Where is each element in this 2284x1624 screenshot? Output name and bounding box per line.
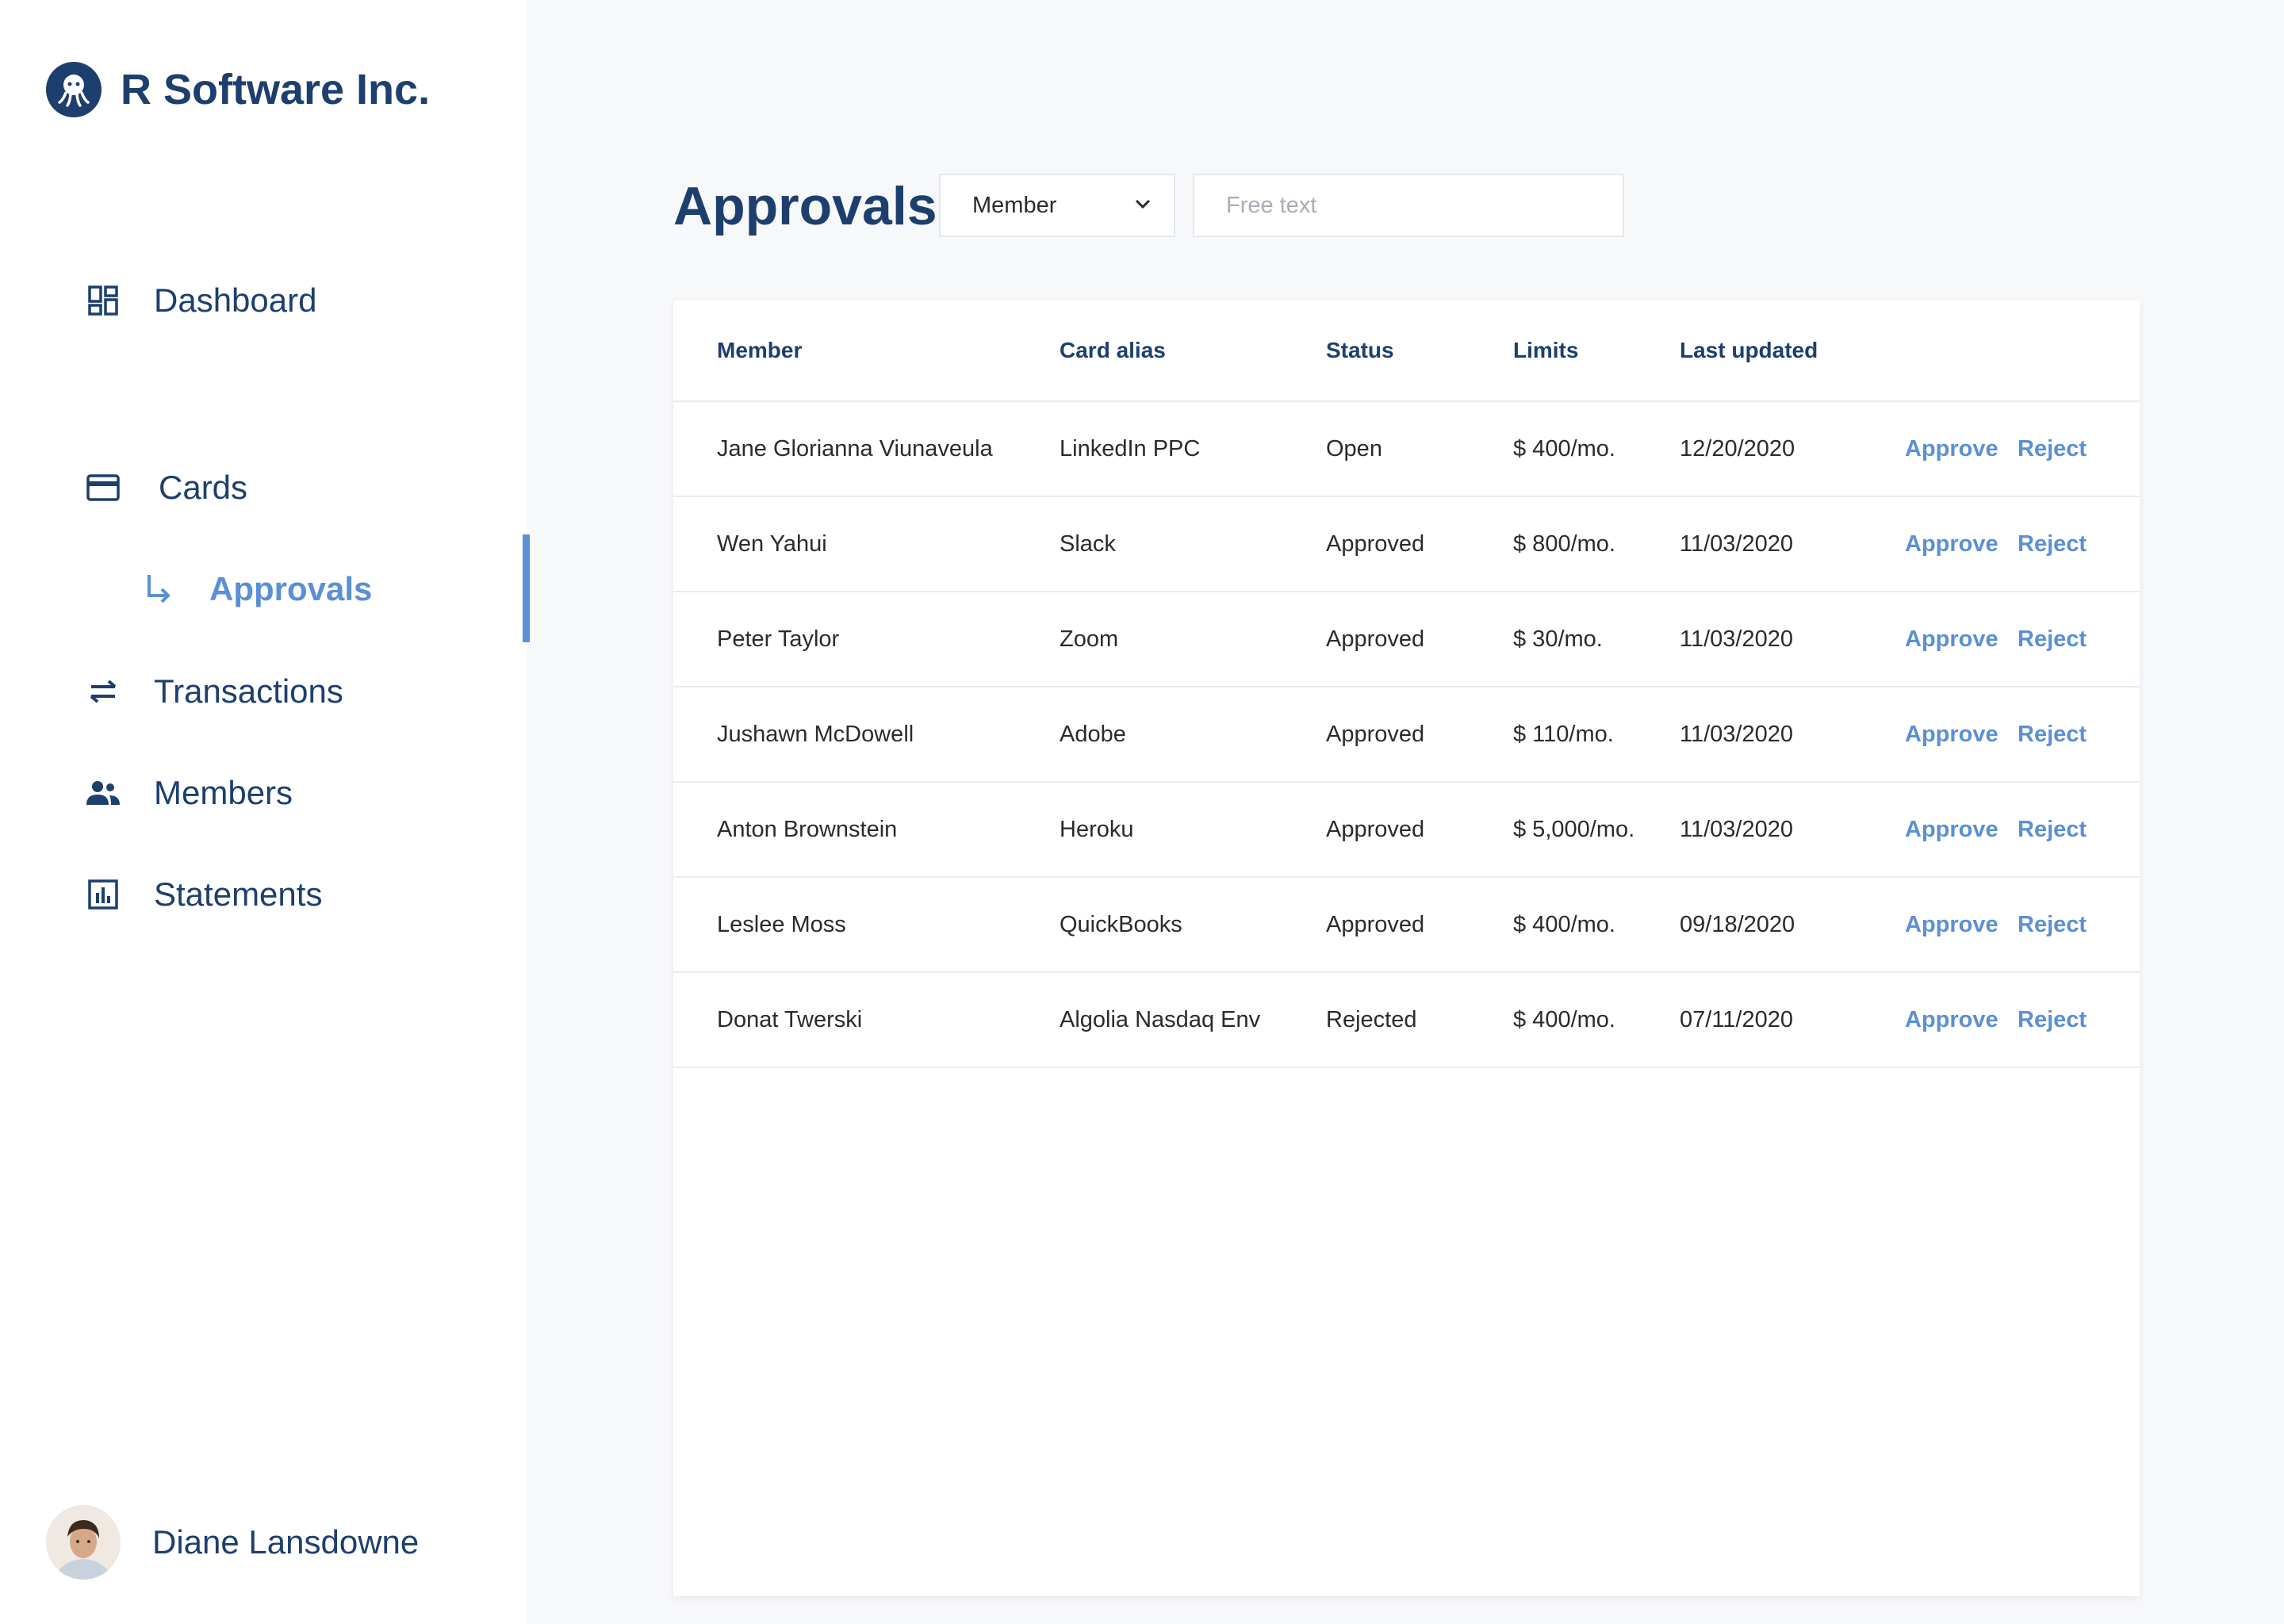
column-header-last-updated[interactable]: Last updated (1680, 301, 1818, 400)
column-header-member[interactable]: Member (717, 301, 802, 400)
reject-button[interactable]: Reject (2018, 592, 2087, 686)
reject-button[interactable]: Reject (2018, 783, 2087, 876)
cell-member: Leslee Moss (717, 912, 846, 937)
cell-card-alias: LinkedIn PPC (1060, 436, 1201, 462)
sidebar: R Software Inc. Dashboard Cards Approval… (0, 0, 530, 1624)
approve-button[interactable]: Approve (1905, 688, 1998, 781)
cell-card-alias: Slack (1060, 531, 1116, 557)
approve-button[interactable]: Approve (1905, 973, 1998, 1067)
table-row: Leslee Moss QuickBooks Approved $ 400/mo… (673, 878, 2140, 973)
dashboard-icon (84, 282, 122, 320)
reject-button[interactable]: Reject (2018, 973, 2087, 1067)
cell-limit: $ 800/mo. (1513, 531, 1615, 557)
credit-card-icon (84, 469, 122, 507)
cell-card-alias: Adobe (1060, 722, 1126, 747)
cell-status: Approved (1326, 626, 1425, 652)
approve-button[interactable]: Approve (1905, 497, 1998, 591)
table-row: Wen Yahui Slack Approved $ 800/mo. 11/03… (673, 497, 2140, 592)
nav-label: Cards (159, 469, 248, 506)
avatar (46, 1505, 121, 1580)
member-filter-value: Member (972, 192, 1057, 218)
cell-status: Approved (1326, 817, 1425, 842)
cell-status: Open (1326, 436, 1382, 462)
cell-last-updated: 07/11/2020 (1680, 1007, 1793, 1032)
nav-item-statements[interactable]: Statements (84, 866, 322, 923)
member-filter-select[interactable]: Member (939, 174, 1175, 237)
cell-last-updated: 11/03/2020 (1680, 531, 1793, 557)
approve-button[interactable]: Approve (1905, 783, 1998, 876)
cell-last-updated: 09/18/2020 (1680, 912, 1795, 937)
nav-item-members[interactable]: Members (84, 764, 293, 822)
nav-item-approvals[interactable]: Approvals (140, 561, 372, 618)
cell-limit: $ 5,000/mo. (1513, 817, 1635, 842)
nav-item-dashboard[interactable]: Dashboard (84, 272, 316, 329)
approve-button[interactable]: Approve (1905, 878, 1998, 971)
cell-last-updated: 11/03/2020 (1680, 722, 1793, 747)
cell-member: Jushawn McDowell (717, 722, 914, 747)
column-header-status[interactable]: Status (1326, 301, 1394, 400)
active-indicator (523, 534, 530, 642)
table-row: Jane Glorianna Viunaveula LinkedIn PPC O… (673, 402, 2140, 497)
cell-limit: $ 110/mo. (1513, 722, 1614, 747)
cell-member: Wen Yahui (717, 531, 827, 557)
cell-limit: $ 400/mo. (1513, 436, 1615, 462)
nav-label: Approvals (209, 570, 373, 607)
cell-last-updated: 11/03/2020 (1680, 817, 1793, 842)
approve-button[interactable]: Approve (1905, 402, 1998, 496)
cell-member: Donat Twerski (717, 1007, 863, 1032)
cell-status: Approved (1326, 912, 1425, 937)
cell-status: Approved (1326, 722, 1425, 747)
table-row: Donat Twerski Algolia Nasdaq Env Rejecte… (673, 973, 2140, 1068)
table-row: Anton Brownstein Heroku Approved $ 5,000… (673, 783, 2140, 878)
brand[interactable]: R Software Inc. (46, 62, 430, 117)
nav-label: Dashboard (154, 282, 317, 319)
chevron-down-icon (1134, 198, 1152, 213)
nav-label: Statements (154, 875, 323, 913)
cell-card-alias: QuickBooks (1060, 912, 1182, 937)
brand-name: R Software Inc. (121, 66, 431, 113)
reject-button[interactable]: Reject (2018, 402, 2087, 496)
nav-label: Transactions (154, 672, 343, 710)
nav-item-transactions[interactable]: Transactions (84, 663, 343, 720)
reject-button[interactable]: Reject (2018, 497, 2087, 591)
swap-arrows-icon (84, 672, 122, 710)
nav-item-cards[interactable]: Cards (84, 459, 247, 516)
table-row: Peter Taylor Zoom Approved $ 30/mo. 11/0… (673, 592, 2140, 688)
cell-last-updated: 11/03/2020 (1680, 626, 1793, 652)
cell-status: Rejected (1326, 1007, 1417, 1032)
table-row: Jushawn McDowell Adobe Approved $ 110/mo… (673, 688, 2140, 783)
cell-limit: $ 400/mo. (1513, 1007, 1615, 1032)
subdirectory-arrow-icon (140, 570, 178, 608)
user-name: Diane Lansdowne (152, 1523, 420, 1561)
cell-status: Approved (1326, 531, 1425, 557)
cell-member: Jane Glorianna Viunaveula (717, 436, 993, 462)
user-profile[interactable]: Diane Lansdowne (46, 1505, 419, 1580)
cell-card-alias: Zoom (1060, 626, 1119, 652)
cell-member: Anton Brownstein (717, 817, 898, 842)
approve-button[interactable]: Approve (1905, 592, 1998, 686)
table-header: Member Card alias Status Limits Last upd… (673, 301, 2140, 402)
nav-label: Members (154, 774, 293, 811)
cell-limit: $ 400/mo. (1513, 912, 1615, 937)
page-title: Approvals (673, 176, 937, 236)
cell-last-updated: 12/20/2020 (1680, 436, 1795, 462)
cell-member: Peter Taylor (717, 626, 840, 652)
cell-card-alias: Heroku (1060, 817, 1134, 842)
bar-chart-icon (84, 875, 122, 914)
column-header-limits[interactable]: Limits (1513, 301, 1578, 400)
people-icon (84, 774, 122, 812)
cell-limit: $ 30/mo. (1513, 626, 1603, 652)
column-header-card-alias[interactable]: Card alias (1060, 301, 1166, 400)
approvals-table: Member Card alias Status Limits Last upd… (673, 301, 2140, 1596)
free-text-search-input[interactable] (1193, 174, 1624, 237)
octopus-logo-icon (46, 62, 102, 117)
reject-button[interactable]: Reject (2018, 688, 2087, 781)
reject-button[interactable]: Reject (2018, 878, 2087, 971)
cell-card-alias: Algolia Nasdaq Env (1060, 1007, 1261, 1032)
